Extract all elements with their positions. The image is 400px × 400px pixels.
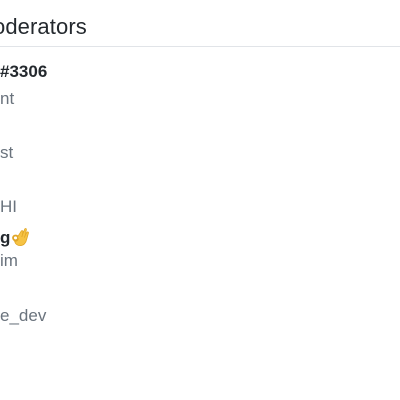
moderator-item[interactable]: im: [0, 251, 18, 271]
moderator-name: im: [0, 251, 18, 270]
moderator-item[interactable]: nt: [0, 89, 14, 109]
moderator-name: e_dev: [0, 306, 47, 325]
moderator-name: st: [0, 143, 14, 162]
moderator-item[interactable]: e_dev: [0, 306, 46, 326]
moderator-item[interactable]: st: [0, 143, 13, 163]
panel-title: oderators: [0, 14, 87, 39]
moderator-item[interactable]: HI: [0, 197, 17, 217]
moderator-name: #3306: [0, 62, 48, 81]
ok-hand-emoji-icon: [11, 226, 30, 248]
moderators-panel: oderators #3306 nt st HI g im e_dev: [0, 0, 400, 400]
moderator-item[interactable]: #3306: [0, 62, 47, 82]
moderator-name: g: [0, 228, 11, 247]
moderator-name: nt: [0, 89, 15, 108]
panel-header: oderators: [0, 0, 400, 47]
moderator-name: HI: [0, 197, 17, 216]
moderator-item[interactable]: g: [0, 226, 30, 248]
